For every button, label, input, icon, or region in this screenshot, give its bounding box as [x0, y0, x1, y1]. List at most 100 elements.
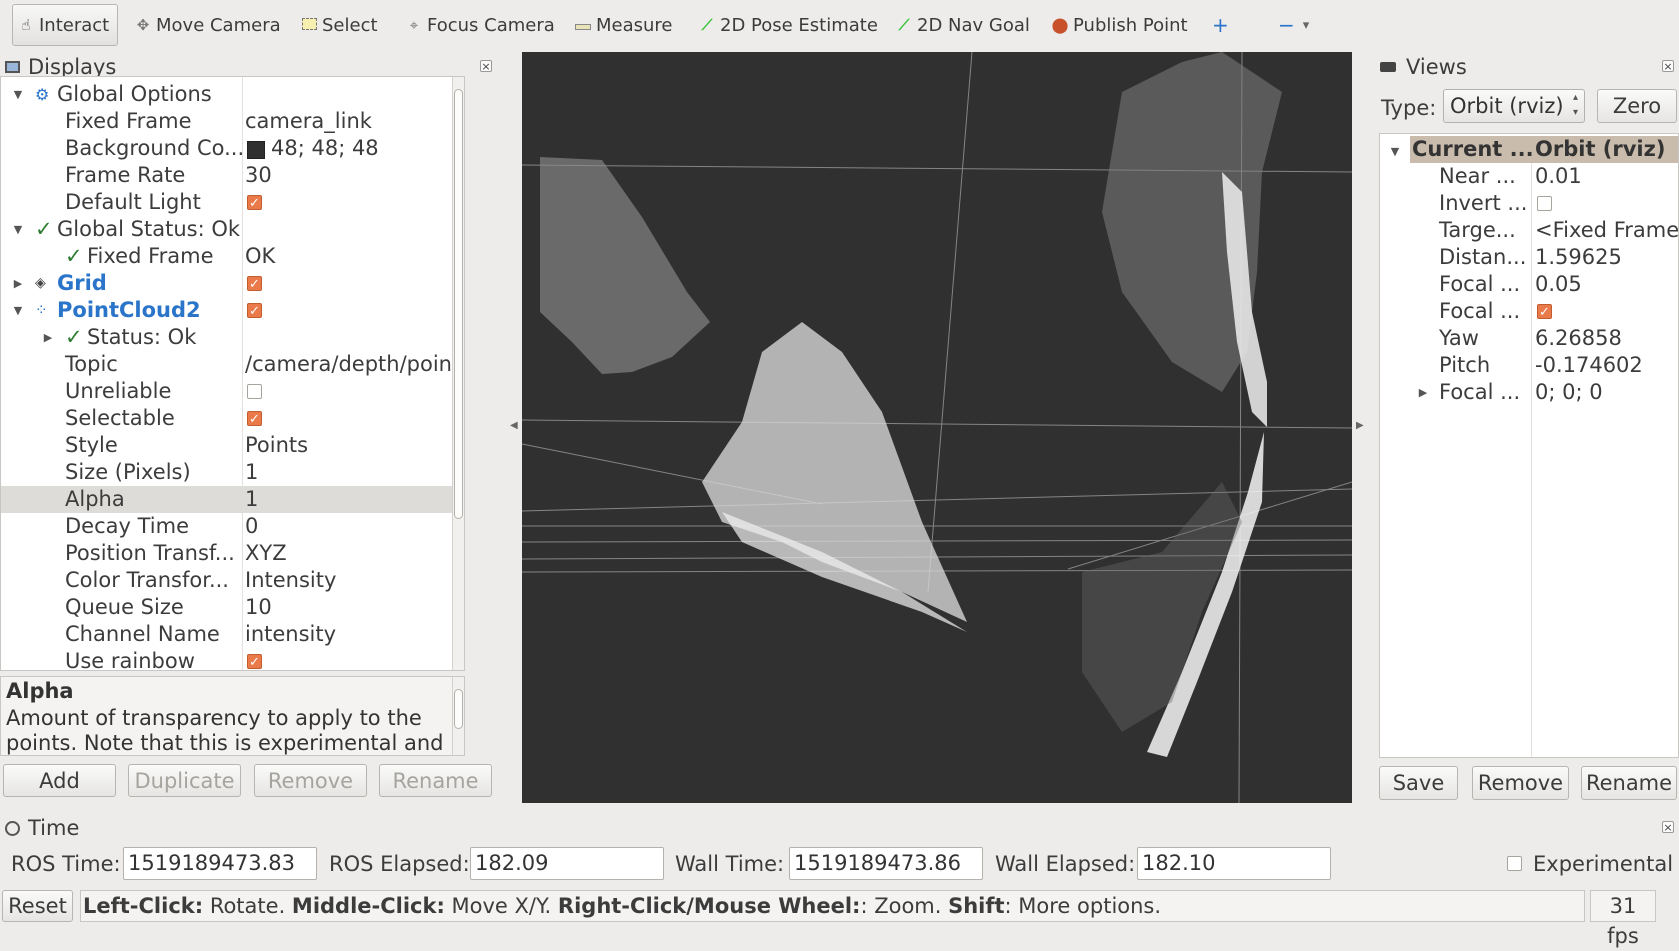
reset-button[interactable]: Reset	[2, 890, 73, 922]
selectable-checkbox[interactable]	[247, 406, 262, 433]
tree-row-decay-time[interactable]: Decay Time 0	[1, 513, 464, 540]
views-tree: ▼ Current ... Orbit (rviz) Near ... 0.01…	[1379, 133, 1679, 758]
tree-row-selectable[interactable]: Selectable	[1, 405, 464, 433]
expanded-arrow-icon[interactable]: ▼	[11, 81, 25, 108]
tree-row-grid[interactable]: ▶ ◈ Grid	[1, 270, 464, 298]
zero-view-button[interactable]: Zero	[1597, 89, 1677, 123]
view-type-label: Type:	[1381, 96, 1437, 120]
save-view-button[interactable]: Save	[1379, 766, 1458, 800]
current-view-row[interactable]: Current ... Orbit (rviz)	[1410, 136, 1678, 163]
description-body: Amount of transparency to apply to the p…	[6, 706, 444, 755]
add-tool-button[interactable]: +	[1212, 4, 1229, 46]
pointcloud-icon: ⁘	[35, 301, 48, 319]
clock-icon	[5, 820, 20, 836]
view-row-focal-point[interactable]: ▶ Focal ... 0; 0; 0	[1380, 379, 1678, 406]
check-icon: ✓	[65, 244, 83, 268]
displays-scrollbar[interactable]	[452, 77, 464, 670]
ros-time-field[interactable]: 1519189473.83	[123, 847, 317, 880]
default-light-checkbox[interactable]	[247, 190, 262, 217]
collapse-right-icon[interactable]: ▶	[1356, 420, 1364, 431]
tree-row-alpha[interactable]: Alpha 1	[1, 486, 464, 513]
view-row-invert[interactable]: Invert ...	[1380, 190, 1678, 217]
pointcloud2-enabled-checkbox[interactable]	[247, 298, 262, 325]
rename-view-button[interactable]: Rename	[1581, 766, 1677, 800]
scrollbar-thumb[interactable]	[454, 689, 463, 729]
view-row-pitch[interactable]: Pitch -0.174602	[1380, 352, 1678, 379]
duplicate-display-button[interactable]: Duplicate	[128, 764, 241, 797]
description-scrollbar[interactable]	[452, 677, 464, 755]
point-cloud-render	[522, 52, 1352, 803]
tree-row-position-transformer[interactable]: Position Transf... XYZ	[1, 540, 464, 567]
remove-tool-button[interactable]: − ▾	[1278, 4, 1309, 46]
view-row-focal-shape-fixed[interactable]: Focal ...	[1380, 298, 1678, 326]
tree-row-size-pixels[interactable]: Size (Pixels) 1	[1, 459, 464, 486]
tree-row-default-light[interactable]: Default Light	[1, 189, 464, 217]
color-swatch[interactable]	[247, 141, 265, 159]
time-panel-header: Time	[0, 813, 1679, 843]
focus-camera-tool-button[interactable]: ⌖ Focus Camera	[405, 4, 555, 46]
rename-display-button[interactable]: Rename	[379, 764, 492, 797]
tree-row-color-transformer[interactable]: Color Transfor... Intensity	[1, 567, 464, 594]
spinner-arrows-icon: ▴ ▾	[1572, 92, 1578, 118]
scrollbar-thumb[interactable]	[454, 89, 463, 519]
view-row-yaw[interactable]: Yaw 6.26858	[1380, 325, 1678, 352]
measure-icon	[574, 16, 592, 34]
nav-arrow-icon: ⟋	[898, 16, 910, 34]
collapsed-arrow-icon[interactable]: ▶	[41, 324, 55, 351]
view-type-select[interactable]: Orbit (rviz) ▴ ▾	[1443, 89, 1585, 123]
collapsed-arrow-icon[interactable]: ▶	[11, 270, 25, 297]
remove-display-button[interactable]: Remove	[254, 764, 367, 797]
tree-row-pointcloud2[interactable]: ▼ ⁘ PointCloud2	[1, 297, 464, 325]
invert-checkbox[interactable]	[1537, 196, 1552, 211]
view-row-near-clip[interactable]: Near ... 0.01	[1380, 163, 1678, 190]
unreliable-checkbox[interactable]	[247, 384, 262, 399]
collapsed-arrow-icon[interactable]: ▶	[1416, 379, 1430, 406]
close-displays-panel-icon[interactable]: ×	[480, 60, 492, 72]
tree-row-global-options[interactable]: ▼ ⚙ Global Options	[1, 81, 464, 108]
plus-icon: +	[1212, 13, 1229, 37]
tree-row-background-color[interactable]: Background Co... 48; 48; 48	[1, 135, 464, 162]
wall-elapsed-field[interactable]: 182.10	[1137, 847, 1331, 880]
view-row-focal-shape-size[interactable]: Focal ... 0.05	[1380, 271, 1678, 298]
tree-row-unreliable[interactable]: Unreliable	[1, 378, 464, 405]
collapse-left-icon[interactable]: ◀	[510, 420, 518, 431]
tree-row-channel-name[interactable]: Channel Name intensity	[1, 621, 464, 648]
point-cloud-blobs	[540, 52, 1282, 757]
tree-row-queue-size[interactable]: Queue Size 10	[1, 594, 464, 621]
close-views-panel-icon[interactable]: ×	[1662, 60, 1674, 72]
expanded-arrow-icon[interactable]: ▼	[11, 297, 25, 324]
focal-shape-checkbox[interactable]	[1537, 299, 1552, 326]
tree-row-fixed-frame-status[interactable]: ✓ Fixed Frame OK	[1, 243, 464, 270]
view-row-distance[interactable]: Distan... 1.59625	[1380, 244, 1678, 271]
ros-elapsed-field[interactable]: 182.09	[470, 847, 664, 880]
experimental-checkbox[interactable]	[1507, 856, 1522, 871]
expanded-arrow-icon[interactable]: ▼	[1388, 138, 1402, 165]
tree-row-frame-rate[interactable]: Frame Rate 30	[1, 162, 464, 189]
pose-arrow-icon: ⟋	[701, 16, 713, 34]
experimental-label: Experimental	[1533, 852, 1674, 876]
2d-nav-goal-tool-button[interactable]: ⟋ 2D Nav Goal	[895, 4, 1030, 46]
wall-time-field[interactable]: 1519189473.86	[789, 847, 983, 880]
publish-point-tool-button[interactable]: ⬤ Publish Point	[1051, 4, 1188, 46]
tree-row-style[interactable]: Style Points	[1, 432, 464, 459]
tree-row-use-rainbow[interactable]: Use rainbow	[1, 648, 464, 670]
measure-tool-button[interactable]: Measure	[574, 4, 673, 46]
close-time-panel-icon[interactable]: ×	[1662, 821, 1674, 833]
add-display-button[interactable]: Add	[3, 764, 116, 797]
move-camera-tool-button[interactable]: ✥ Move Camera	[134, 4, 281, 46]
dropdown-arrow-icon: ▾	[1302, 17, 1310, 33]
tree-row-topic[interactable]: Topic /camera/depth/points	[1, 351, 464, 378]
tree-row-pointcloud-status[interactable]: ▶ ✓ Status: Ok	[1, 324, 464, 351]
remove-view-button[interactable]: Remove	[1472, 766, 1569, 800]
tree-row-global-status[interactable]: ▼ ✓ Global Status: Ok	[1, 216, 464, 243]
grid-enabled-checkbox[interactable]	[247, 271, 262, 298]
interact-tool-button[interactable]: ☝ Interact	[12, 4, 119, 46]
expanded-arrow-icon[interactable]: ▼	[11, 216, 25, 243]
tree-row-fixed-frame[interactable]: Fixed Frame camera_link	[1, 108, 464, 135]
move-camera-icon: ✥	[136, 16, 150, 34]
view-row-target-frame[interactable]: Targe... <Fixed Frame>	[1380, 217, 1678, 244]
select-tool-button[interactable]: Select	[300, 4, 378, 46]
2d-pose-estimate-tool-button[interactable]: ⟋ 2D Pose Estimate	[698, 4, 878, 46]
render-viewport[interactable]	[522, 52, 1352, 803]
use-rainbow-checkbox[interactable]	[247, 649, 262, 670]
